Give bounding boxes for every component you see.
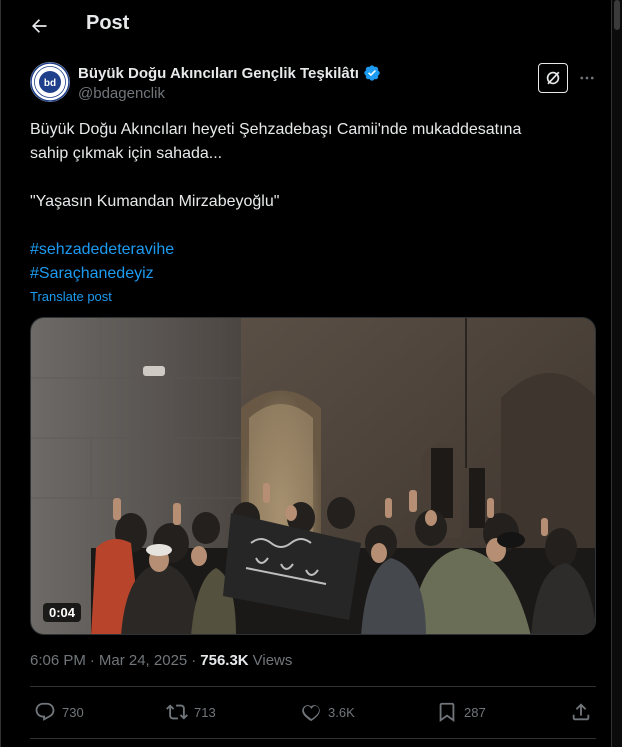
video-player[interactable]: 0:04 bbox=[30, 317, 596, 635]
verified-badge-icon bbox=[364, 65, 380, 81]
repost-icon bbox=[166, 704, 188, 720]
avatar[interactable]: bd bbox=[30, 62, 70, 102]
meta-separator: · bbox=[191, 652, 197, 669]
page-header: Post bbox=[0, 0, 610, 50]
avatar-logo: bd bbox=[30, 62, 70, 102]
hashtag-link[interactable]: #Saraçhanedeyiz bbox=[30, 262, 590, 286]
divider bbox=[30, 686, 596, 687]
divider bbox=[30, 738, 596, 739]
scrollbar-thumb[interactable] bbox=[614, 0, 620, 30]
more-horizontal-icon bbox=[580, 76, 594, 80]
repost-count: 713 bbox=[194, 704, 216, 720]
bookmark-icon bbox=[439, 702, 455, 723]
video-thumbnail bbox=[31, 318, 595, 634]
share-icon bbox=[572, 703, 590, 721]
like-button[interactable]: 3.6K bbox=[300, 697, 355, 727]
share-button[interactable] bbox=[570, 697, 592, 727]
views-count: 756.3K bbox=[200, 652, 249, 669]
more-options-button[interactable] bbox=[576, 67, 598, 89]
reply-button[interactable]: 730 bbox=[34, 697, 84, 727]
author-name-row: Büyük Doğu Akıncıları Gençlik Teşkilâtı bbox=[78, 64, 381, 82]
post-text: Büyük Doğu Akıncıları heyeti Şehzadebaşı… bbox=[30, 118, 590, 286]
grok-button[interactable] bbox=[538, 63, 568, 93]
grok-icon bbox=[546, 71, 560, 85]
reply-count: 730 bbox=[62, 704, 84, 720]
reply-icon bbox=[35, 702, 55, 721]
hashtag-link[interactable]: #sehzadedeteravihe bbox=[30, 238, 590, 262]
repost-button[interactable]: 713 bbox=[166, 697, 216, 727]
post-text-line: Büyük Doğu Akıncıları heyeti Şehzadebaşı… bbox=[30, 121, 522, 138]
meta-separator: · bbox=[89, 652, 95, 669]
video-duration: 0:04 bbox=[43, 603, 82, 622]
post-text-line: sahip çıkmak için sahada... bbox=[30, 145, 223, 162]
scrollbar[interactable] bbox=[612, 0, 622, 747]
post-quote: "Yaşasın Kumandan Mirzabeyoğlu" bbox=[30, 193, 280, 210]
bookmark-button[interactable]: 287 bbox=[436, 697, 486, 727]
like-count: 3.6K bbox=[328, 704, 355, 720]
post-meta: 6:06 PM · Mar 24, 2025 · 756.3K Views bbox=[30, 652, 292, 669]
heart-icon bbox=[302, 705, 320, 722]
author-handle[interactable]: @bdagenclik bbox=[78, 85, 165, 102]
bookmark-count: 287 bbox=[464, 704, 486, 720]
post-time[interactable]: 6:06 PM bbox=[30, 652, 86, 669]
action-bar: 730 713 3.6K 287 bbox=[30, 697, 596, 727]
back-button[interactable] bbox=[22, 9, 56, 43]
views-label: Views bbox=[252, 652, 293, 669]
avatar-text: bd bbox=[44, 78, 56, 89]
post-date[interactable]: Mar 24, 2025 bbox=[99, 652, 187, 669]
page-title: Post bbox=[86, 12, 130, 34]
arrow-left-icon bbox=[32, 19, 47, 33]
translate-post-link[interactable]: Translate post bbox=[30, 289, 112, 304]
author-name[interactable]: Büyük Doğu Akıncıları Gençlik Teşkilâtı bbox=[78, 65, 359, 82]
